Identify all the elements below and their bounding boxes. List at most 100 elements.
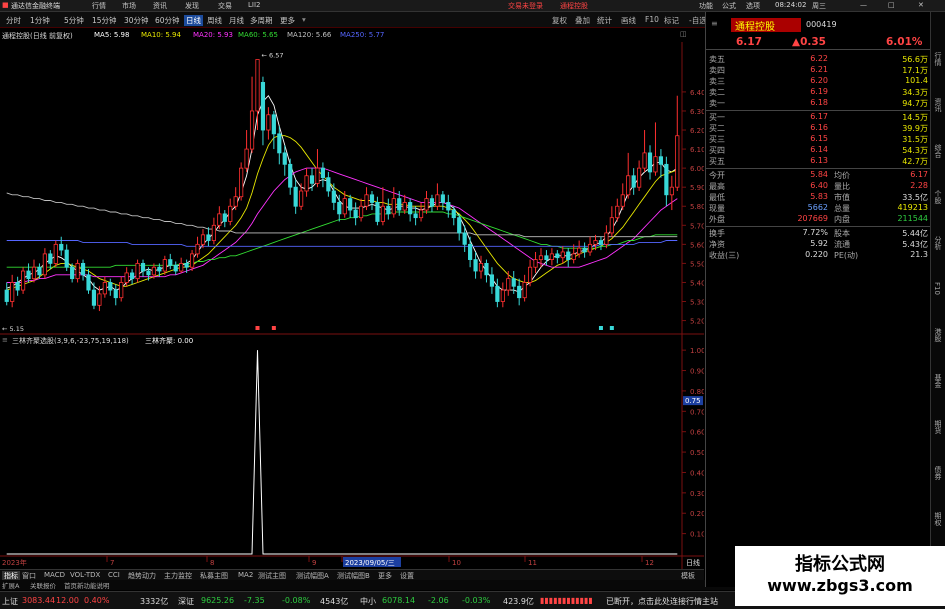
stat-row[interactable]: 换手 7.72% 股本 5.44亿 — [706, 228, 931, 239]
chevron-down-icon[interactable]: ▾ — [302, 15, 306, 24]
tab-macd[interactable]: MACD — [44, 571, 65, 579]
ask-row[interactable]: 卖四 6.21 17.1万 — [706, 65, 931, 76]
zx-index-name[interactable]: 中小 — [360, 596, 376, 607]
tool-f10[interactable]: F10 — [645, 15, 659, 24]
side-nav-item[interactable]: 港股 — [933, 328, 943, 342]
date-label: 12 — [645, 559, 654, 567]
stat-row[interactable]: 最高 6.40 量比 2.28 — [706, 181, 931, 192]
candle-body — [315, 167, 320, 184]
stat-row[interactable]: 今开 5.84 均价 6.17 — [706, 170, 931, 181]
stat-row[interactable]: 净资 5.92 流通 5.43亿 — [706, 239, 931, 250]
stat-row[interactable]: 外盘 207669 内盘 211544 — [706, 214, 931, 225]
bid-row[interactable]: 买一 6.17 14.5万 — [706, 112, 931, 123]
period-timeshare[interactable]: 分时 — [6, 15, 21, 26]
period-60min[interactable]: 60分钟 — [155, 15, 180, 26]
menu-options[interactable]: 选项 — [746, 1, 760, 11]
bid-price: 6.15 — [810, 134, 828, 143]
ask-row[interactable]: 卖三 6.20 101.4 — [706, 76, 931, 87]
ext-news[interactable]: 首页新功能说明 — [64, 580, 110, 590]
menu-news[interactable]: 资讯 — [153, 1, 167, 11]
minimize-icon[interactable]: — — [860, 1, 867, 9]
ma-legend: 通程控股(日线 前复权) MA5: 5.98 MA10: 5.94 MA20: … — [0, 30, 700, 42]
candle-body — [337, 202, 342, 215]
tool-adjust[interactable]: 复权 — [552, 15, 567, 26]
period-weekly[interactable]: 周线 — [207, 15, 222, 26]
close-icon[interactable]: ✕ — [918, 1, 924, 9]
menu-quote[interactable]: 行情 — [92, 1, 106, 11]
period-1min[interactable]: 1分钟 — [30, 15, 50, 26]
menu-function[interactable]: 功能 — [699, 1, 713, 11]
expand-icon[interactable]: ◫ — [680, 30, 687, 38]
bid-row[interactable]: 买五 6.13 42.7万 — [706, 156, 931, 167]
period-multi[interactable]: 多周期 — [250, 15, 273, 26]
side-nav-item[interactable]: 行情 — [933, 52, 943, 66]
side-nav-item[interactable]: 资讯 — [933, 98, 943, 112]
period-daily[interactable]: 日线 — [184, 15, 203, 26]
candle-body — [326, 177, 331, 192]
period-30min[interactable]: 30分钟 — [124, 15, 149, 26]
bid-row[interactable]: 买三 6.15 31.5万 — [706, 134, 931, 145]
candle-body — [560, 251, 565, 259]
ask-row[interactable]: 卖五 6.22 56.6万 — [706, 54, 931, 65]
side-nav-item[interactable]: 分析 — [933, 236, 943, 250]
stat-row[interactable]: 收益(三) 0.220 PE(动) 21.3 — [706, 250, 931, 261]
candle-body — [435, 194, 440, 207]
tab-vol[interactable]: VOL-TDX — [70, 571, 100, 579]
menu-trade[interactable]: 交易 — [218, 1, 232, 11]
sh-index-name[interactable]: 上证 — [2, 596, 18, 607]
maximize-icon[interactable]: □ — [888, 1, 895, 9]
candle-body — [233, 196, 238, 207]
candle-body — [478, 263, 484, 272]
tab-cci[interactable]: CCI — [108, 571, 120, 579]
stat-value: 5.92 — [810, 239, 828, 248]
stat-row[interactable]: 最低 5.83 市值 33.5亿 — [706, 192, 931, 203]
tool-overlay[interactable]: 叠加 — [575, 15, 590, 26]
stat-row[interactable]: 现量 5662 总量 419213 — [706, 203, 931, 214]
side-nav-item[interactable]: 个股 — [933, 190, 943, 204]
tool-draw[interactable]: 画线 — [621, 15, 636, 26]
ask-row[interactable]: 卖二 6.19 34.3万 — [706, 87, 931, 98]
bid-row[interactable]: 买四 6.14 54.3万 — [706, 145, 931, 156]
price-tick-label: 5.40 — [690, 279, 704, 287]
period-monthly[interactable]: 月线 — [229, 15, 244, 26]
menu-lii2[interactable]: LII2 — [248, 1, 260, 9]
watermark: 指标公式网 www.zbgs3.com — [735, 546, 945, 606]
side-nav-item[interactable]: F10 — [933, 282, 941, 295]
stat-value: 5662 — [807, 203, 828, 212]
period-more[interactable]: 更多 — [280, 15, 295, 26]
side-nav-item[interactable]: 综合 — [933, 144, 943, 158]
tool-stats[interactable]: 统计 — [597, 15, 612, 26]
candle-body — [108, 282, 113, 291]
trade-login-status[interactable]: 交易未登录 — [508, 1, 543, 11]
period-15min[interactable]: 15分钟 — [92, 15, 117, 26]
side-nav-item[interactable]: 债券 — [933, 466, 943, 480]
side-nav-item[interactable]: 期权 — [933, 512, 943, 526]
candle-body — [402, 202, 407, 211]
indicator-tick-label: 1.00 — [690, 347, 704, 355]
stat-label: 收益(三) — [709, 251, 740, 260]
ask-row[interactable]: 卖一 6.18 94.7万 — [706, 98, 931, 109]
candle-body — [189, 253, 195, 268]
menu-market[interactable]: 市场 — [122, 1, 136, 11]
period-5min[interactable]: 5分钟 — [64, 15, 84, 26]
ext-related[interactable]: 关联报价 — [30, 580, 56, 590]
tool-mark[interactable]: 标记 — [664, 15, 679, 26]
indicator-menu-icon[interactable]: ≡ — [2, 336, 8, 344]
bid-row[interactable]: 买二 6.16 39.9万 — [706, 123, 931, 134]
connection-status[interactable]: 已断开，点击此处连接行情主站 — [606, 596, 718, 607]
ext-a[interactable]: 扩展A — [2, 580, 19, 590]
candle-body — [500, 289, 505, 302]
date-label: 8 — [210, 559, 214, 567]
menu-formula[interactable]: 公式 — [722, 1, 736, 11]
weekday: 周三 — [812, 2, 826, 10]
stat-value-2: 211544 — [897, 214, 928, 223]
stat-label: 净资 — [709, 240, 725, 249]
stat-value: 5.83 — [810, 192, 828, 201]
chart-canvas: 6.40 6.30 6.20 6.10 6.00 5.90 5.80 5.70 5.60 5.50… — [0, 42, 704, 569]
menu-discover[interactable]: 发现 — [185, 1, 199, 11]
tab-ma2[interactable]: MA2 — [238, 571, 253, 579]
side-nav-item[interactable]: 基金 — [933, 374, 943, 388]
sz-index-name[interactable]: 深证 — [178, 596, 194, 607]
side-nav-item[interactable]: 期货 — [933, 420, 943, 434]
menu-icon[interactable]: ≡ — [711, 19, 718, 28]
